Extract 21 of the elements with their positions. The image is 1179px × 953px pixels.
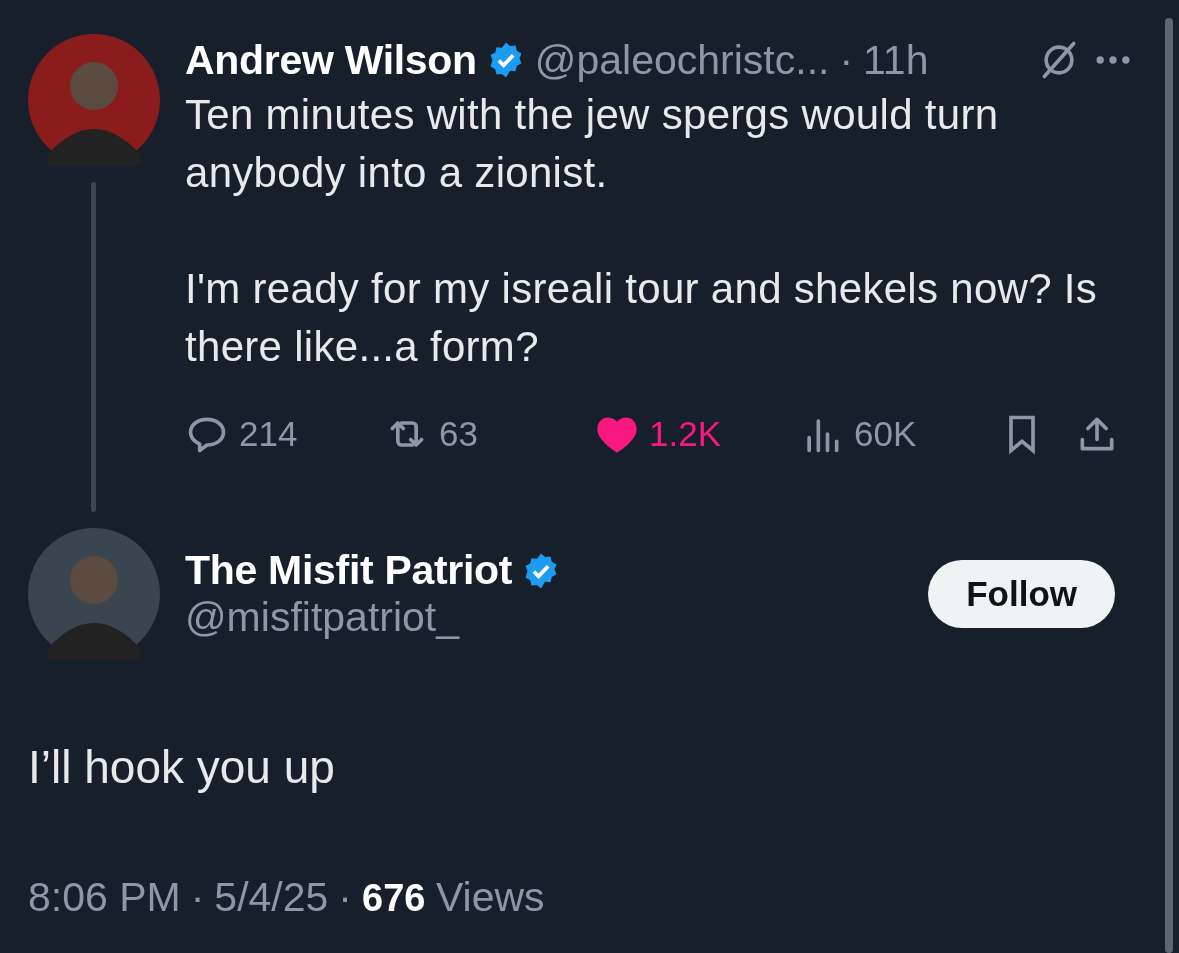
separator: · <box>338 874 352 921</box>
scrollbar[interactable] <box>1165 18 1173 953</box>
follow-button[interactable]: Follow <box>928 560 1115 628</box>
post-date[interactable]: 5/4/25 <box>214 874 329 921</box>
separator: · <box>839 36 854 84</box>
views-count: 676 <box>362 877 426 919</box>
views-label: Views <box>436 874 545 920</box>
tweet-text: I'm ready for my isreali tour and shekels now? Is there like...a form? <box>185 264 1099 372</box>
reply-text: I’ll hook you up <box>28 740 336 794</box>
action-count: 1.2K <box>649 414 721 454</box>
action-count: 214 <box>239 414 298 454</box>
author-handle[interactable]: @paleochristc... <box>534 36 830 84</box>
author-handle[interactable]: @misfitpatriot_ <box>185 594 929 641</box>
tweet-text: Ten minutes with the jew spergs would turn anybody into a zionist. <box>185 90 1000 198</box>
post-time[interactable]: 11h <box>863 36 929 84</box>
action-count: 60K <box>854 414 917 454</box>
author-name[interactable]: The Misfit Patriot <box>185 547 513 594</box>
separator: · <box>190 874 205 921</box>
post-time[interactable]: 8:06 PM <box>28 874 181 921</box>
action-count: 63 <box>439 414 478 454</box>
author-name[interactable]: Andrew Wilson <box>185 36 477 84</box>
